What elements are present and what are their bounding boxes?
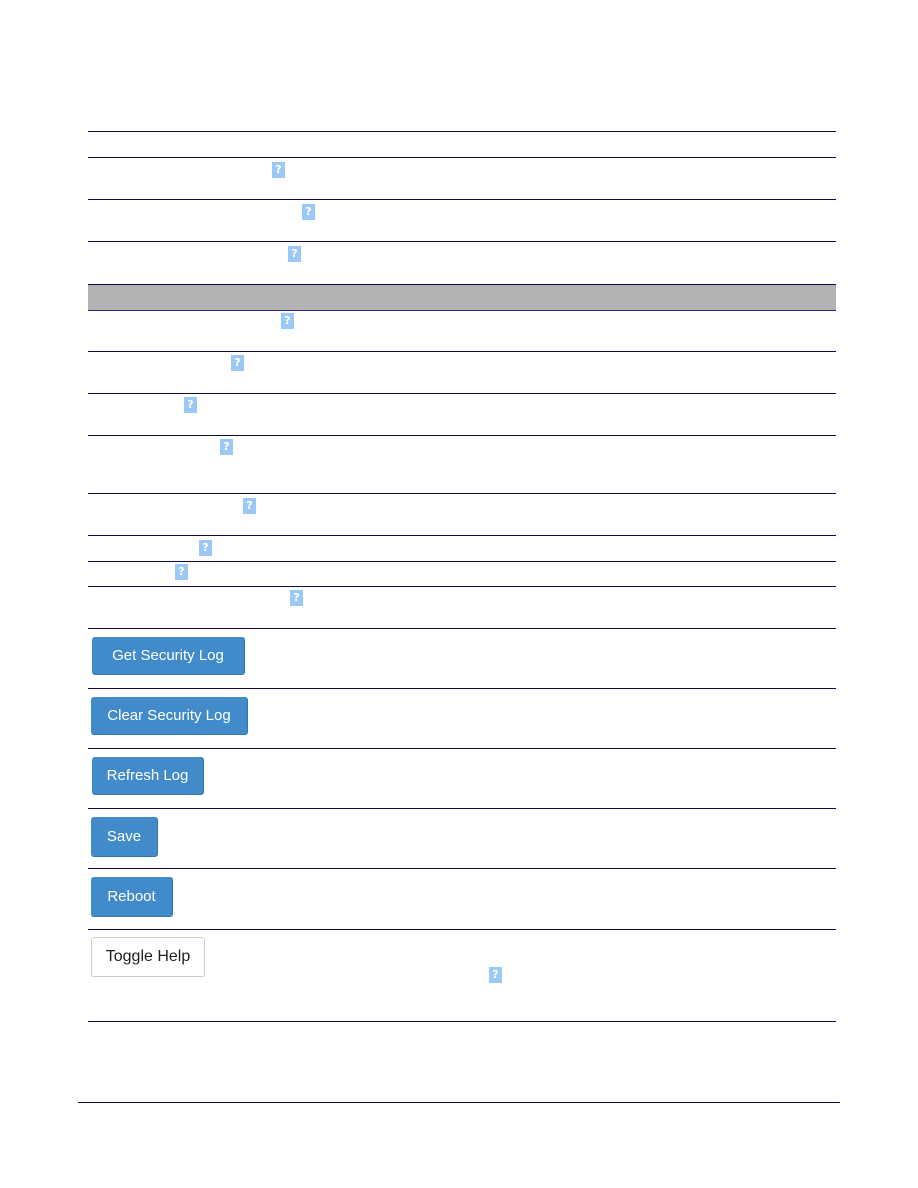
row-divider <box>88 435 836 436</box>
row-divider <box>88 808 836 809</box>
help-icon[interactable]: ? <box>220 439 233 455</box>
clear-security-log-button[interactable]: Clear Security Log <box>91 697 248 735</box>
help-icon[interactable]: ? <box>175 564 188 580</box>
row-divider <box>88 688 836 689</box>
help-icon[interactable]: ? <box>199 540 212 556</box>
row-divider <box>88 868 836 869</box>
toggle-help-button[interactable]: Toggle Help <box>91 937 205 977</box>
row-divider <box>88 929 836 930</box>
help-icon[interactable]: ? <box>243 498 256 514</box>
help-icon[interactable]: ? <box>184 397 197 413</box>
get-security-log-button[interactable]: Get Security Log <box>92 637 245 675</box>
table-bottom-rule <box>88 1021 836 1022</box>
help-icon[interactable]: ? <box>272 162 285 178</box>
help-icon[interactable]: ? <box>231 355 244 371</box>
row-divider <box>88 241 836 242</box>
row-divider <box>88 535 836 536</box>
help-icon[interactable]: ? <box>489 967 502 983</box>
row-divider <box>88 157 836 158</box>
help-icon[interactable]: ? <box>290 590 303 606</box>
row-divider <box>88 586 836 587</box>
row-divider <box>88 199 836 200</box>
row-divider <box>88 351 836 352</box>
row-divider <box>88 561 836 562</box>
refresh-log-button[interactable]: Refresh Log <box>92 757 204 795</box>
help-icon[interactable]: ? <box>281 313 294 329</box>
section-header-band <box>88 284 836 311</box>
row-divider <box>88 493 836 494</box>
page-footer-rule <box>78 1102 840 1103</box>
help-icon[interactable]: ? <box>288 246 301 262</box>
row-divider <box>88 393 836 394</box>
table-top-rule <box>88 131 836 132</box>
row-divider <box>88 748 836 749</box>
help-icon[interactable]: ? <box>302 204 315 220</box>
reboot-button[interactable]: Reboot <box>91 877 173 917</box>
row-divider <box>88 628 836 629</box>
save-button[interactable]: Save <box>91 817 158 857</box>
